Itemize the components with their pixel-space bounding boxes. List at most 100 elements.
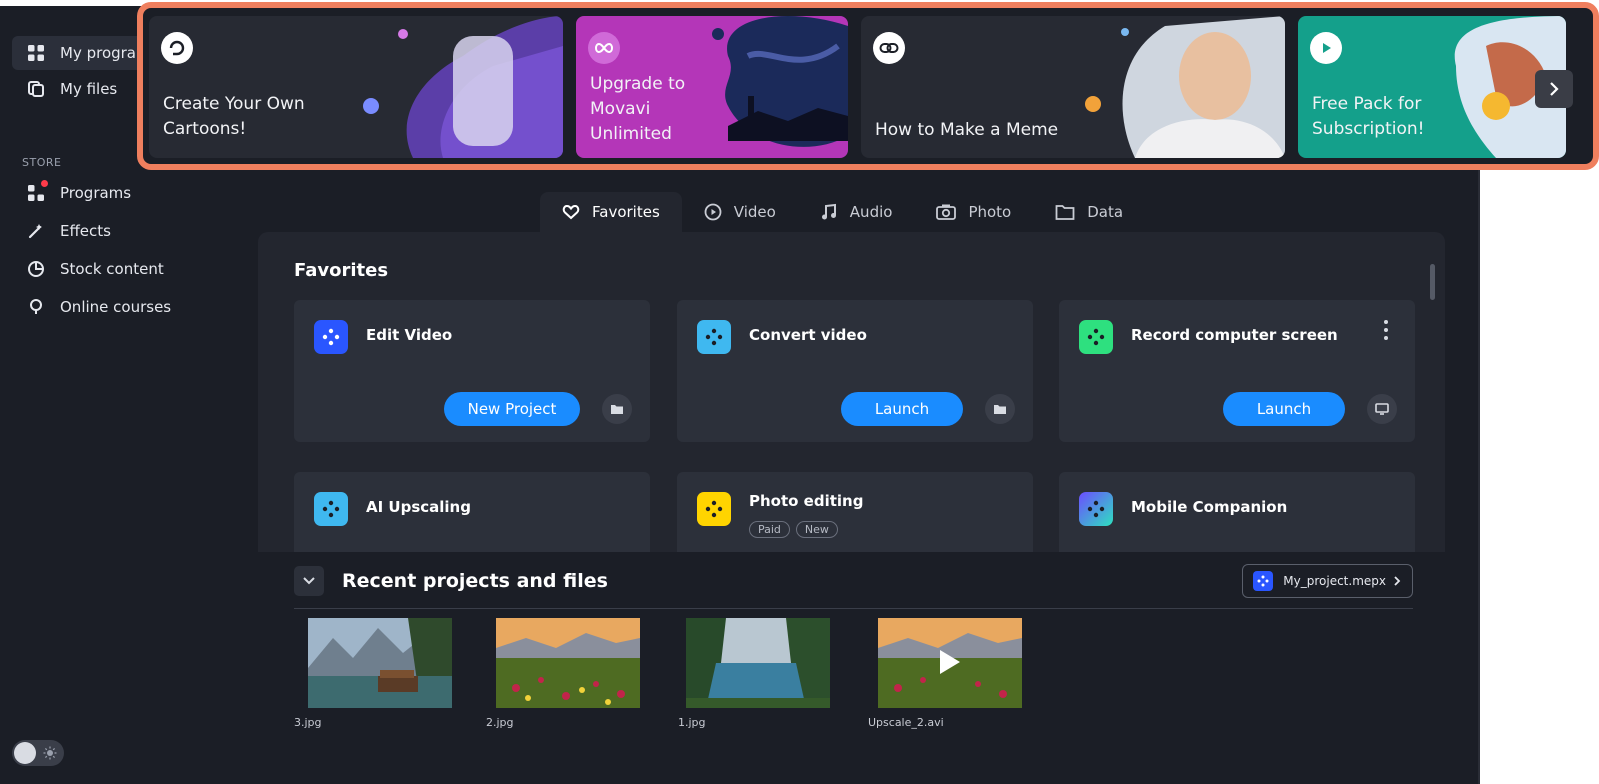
tab-data[interactable]: Data (1033, 192, 1145, 232)
program-card-record-screen[interactable]: Record computer screen Launch (1059, 300, 1415, 442)
loop-arrow-icon (161, 32, 193, 64)
promo-banner-unlimited[interactable]: Upgrade to Movavi Unlimited (576, 16, 848, 158)
camera-icon (936, 204, 957, 220)
sidebar-item-effects[interactable]: Effects (12, 214, 232, 248)
promo-banner-meme[interactable]: How to Make a Meme (861, 16, 1285, 158)
tab-video[interactable]: Video (682, 192, 798, 232)
file-name: 3.jpg (294, 716, 322, 729)
section-title: Recent projects and files (342, 570, 608, 592)
divider (294, 608, 1413, 609)
launch-button[interactable]: Launch (841, 392, 963, 426)
project-file-icon (1253, 571, 1274, 591)
play-icon (940, 650, 960, 674)
tab-audio[interactable]: Audio (798, 192, 915, 232)
card-title: Convert video (749, 326, 867, 344)
play-icon (1310, 32, 1342, 64)
program-card-convert-video[interactable]: Convert video Launch (677, 300, 1033, 442)
sidebar-item-label: My files (60, 80, 118, 98)
card-title: AI Upscaling (366, 498, 471, 516)
banner-title: Free Pack for Subscription! (1312, 94, 1425, 139)
chevron-down-icon (303, 577, 315, 585)
tab-label: Video (733, 203, 776, 221)
banner-title: How to Make a Meme (875, 120, 1059, 140)
toggle-knob (14, 742, 36, 764)
sidebar-item-label: Stock content (60, 260, 164, 278)
sidebar-item-label: Effects (60, 222, 111, 240)
pie-chart-icon (26, 259, 46, 279)
sidebar-item-online-courses[interactable]: Online courses (12, 290, 232, 324)
open-project-button[interactable]: My_project.mepx (1242, 564, 1413, 598)
movavi-recorder-icon (1079, 320, 1113, 354)
monitor-icon (1375, 403, 1389, 415)
promo-carousel: Create Your Own Cartoons! Upgrade to Mov… (137, 2, 1599, 170)
card-title: Record computer screen (1131, 326, 1338, 344)
theme-toggle[interactable] (12, 740, 64, 766)
card-title: Edit Video (366, 326, 453, 344)
card-tags: Paid New (749, 518, 844, 538)
file-thumbnail[interactable] (308, 618, 452, 708)
section-title: Favorites (294, 260, 389, 281)
link-icon (873, 32, 905, 64)
ai-upscaling-icon (314, 492, 348, 526)
mobile-companion-icon (1079, 492, 1113, 526)
play-circle-icon (704, 203, 722, 221)
video-thumbnail[interactable] (878, 618, 1022, 708)
sidebar-item-programs[interactable]: Programs (12, 176, 232, 210)
files-icon (26, 79, 46, 99)
store-section-label: STORE (22, 156, 62, 169)
banner-title: Create Your Own Cartoons! (163, 94, 305, 139)
notification-dot (41, 180, 48, 187)
photo-editor-icon (697, 492, 731, 526)
new-project-button[interactable]: New Project (444, 392, 580, 426)
folder-open-icon (611, 405, 623, 414)
heart-icon (562, 204, 580, 220)
folder-icon (1055, 205, 1075, 220)
grid-icon (26, 180, 48, 203)
infinity-icon (588, 32, 620, 64)
scrollbar[interactable] (1430, 264, 1435, 300)
music-note-icon (821, 203, 836, 220)
tab-label: Audio (849, 203, 893, 221)
favorites-panel: Favorites Edit Video New Project Convert… (258, 232, 1445, 614)
tab-photo[interactable]: Photo (914, 192, 1033, 232)
file-thumbnail[interactable] (496, 618, 640, 708)
lightbulb-icon (26, 297, 46, 317)
folder-open-icon (994, 405, 1006, 414)
sidebar-item-label: Online courses (60, 298, 172, 316)
card-title: Mobile Companion (1131, 498, 1288, 516)
grid-icon (26, 43, 46, 63)
tab-label: Data (1087, 203, 1124, 221)
chevron-right-icon (1550, 82, 1559, 96)
sidebar-item-stock-content[interactable]: Stock content (12, 252, 232, 286)
card-title: Photo editing (749, 492, 864, 510)
banner-title: Upgrade to Movavi Unlimited (590, 74, 686, 144)
movavi-editor-icon (314, 320, 348, 354)
recent-section: Recent projects and files My_project.mep… (258, 552, 1445, 784)
promo-banner-cartoons[interactable]: Create Your Own Cartoons! (149, 16, 563, 158)
tab-favorites[interactable]: Favorites (540, 192, 682, 232)
magic-wand-icon (26, 221, 46, 241)
sidebar-item-label: Programs (60, 184, 132, 202)
category-tabs: Favorites Video Audio Photo Data (540, 192, 1145, 232)
paid-badge: Paid (749, 521, 790, 538)
chevron-right-icon (1394, 576, 1401, 586)
screen-capture-button[interactable] (1367, 394, 1397, 424)
carousel-next-button[interactable] (1535, 70, 1573, 108)
sun-icon (43, 746, 57, 760)
file-thumbnail[interactable] (686, 618, 830, 708)
movavi-converter-icon (697, 320, 731, 354)
file-name: 1.jpg (678, 716, 706, 729)
program-card-edit-video[interactable]: Edit Video New Project (294, 300, 650, 442)
tab-label: Favorites (592, 203, 660, 221)
tab-label: Photo (968, 203, 1012, 221)
project-file-name: My_project.mepx (1283, 574, 1386, 588)
new-badge: New (795, 521, 838, 538)
more-options-icon[interactable] (1381, 320, 1391, 340)
file-name: Upscale_2.avi (868, 716, 944, 729)
file-name: 2.jpg (486, 716, 514, 729)
collapse-button[interactable] (294, 566, 324, 596)
open-folder-button[interactable] (602, 394, 632, 424)
open-folder-button[interactable] (985, 394, 1015, 424)
promo-banner-free-pack[interactable]: Free Pack for Subscription! (1298, 16, 1566, 158)
launch-button[interactable]: Launch (1223, 392, 1345, 426)
